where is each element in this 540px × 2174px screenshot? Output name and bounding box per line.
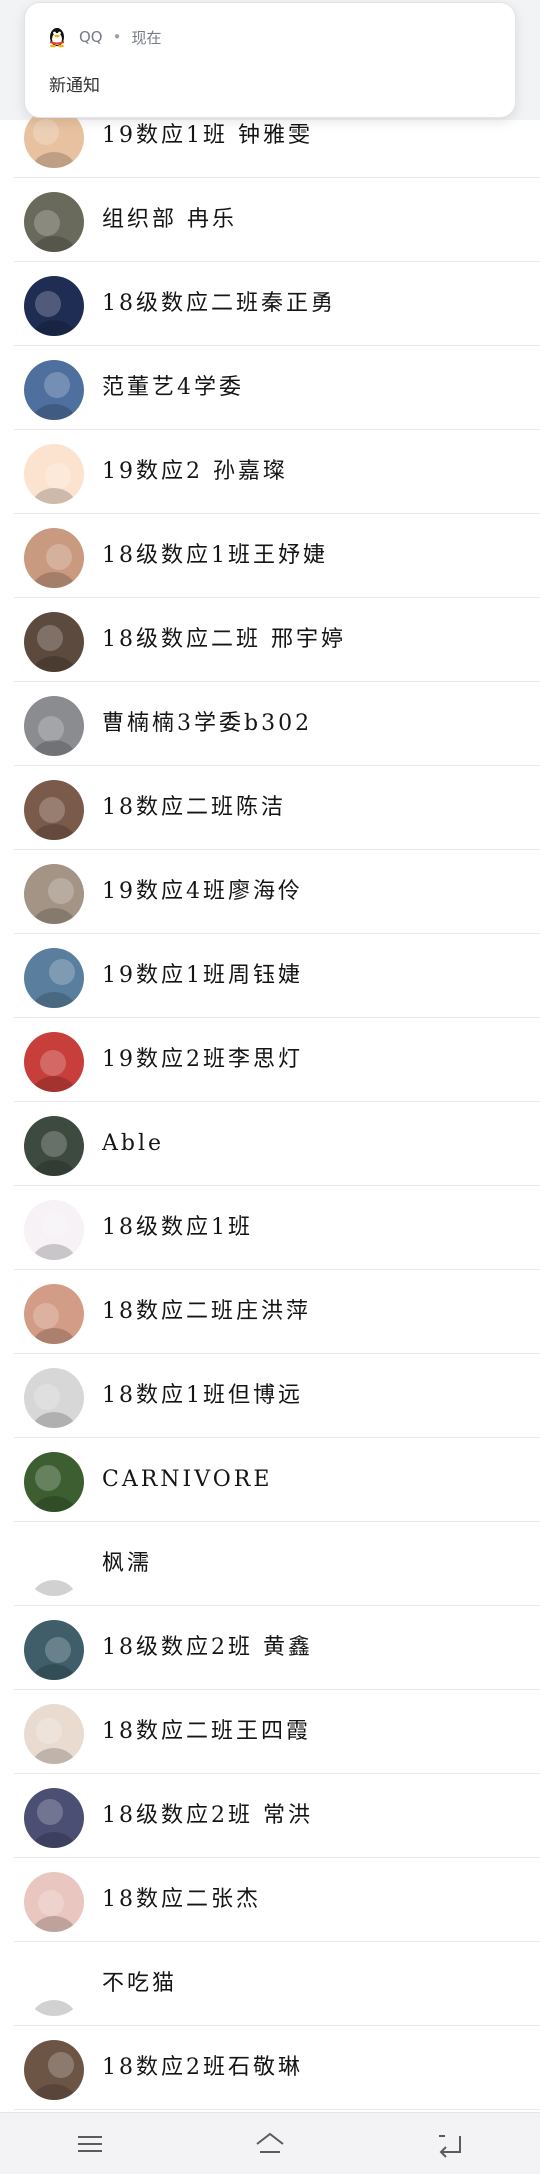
contact-row[interactable]: 18数应2班石敬琳 [14,2026,540,2110]
contact-row[interactable]: 18级数应2班 黄鑫 [14,1606,540,1690]
contact-name: 18数应2班石敬琳 [102,2055,303,2080]
notebook-photo [24,1368,84,1428]
contact-row[interactable]: 18数应1班但博远 [14,1354,540,1438]
home-button[interactable] [240,2124,300,2164]
children-photo [24,948,84,1008]
contact-row[interactable]: 18级数应二班秦正勇 [14,262,540,346]
contact-name: CARNIVORE [102,1467,273,1492]
contact-row[interactable]: 枫濡 [14,1522,540,1606]
flower-field-photo [24,1452,84,1512]
menu-button[interactable] [60,2124,120,2164]
contact-name: 18数应1班但博远 [102,1383,303,1408]
contact-name: Able [102,1131,165,1156]
night-sky-photo [24,276,84,336]
contact-name: 不吃猫 [102,1971,178,1996]
cat-photo [24,864,84,924]
girl-face-photo [24,1284,84,1344]
contact-row[interactable]: 18数应二班陈洁 [14,766,540,850]
contact-row[interactable]: 18数应二班庄洪萍 [14,1270,540,1354]
sunset-photo [24,780,84,840]
contact-row[interactable]: 19数应2 孙嘉璨 [14,430,540,514]
contact-row[interactable]: 19数应4班廖海伶 [14,850,540,934]
contact-name: 19数应2 孙嘉璨 [102,459,288,484]
contact-name: 19数应2班李思灯 [102,1047,303,1072]
contact-name: 18级数应二班秦正勇 [102,291,336,316]
notification-app-name: QQ [79,28,103,46]
contact-row[interactable]: 19数应1班周钰婕 [14,934,540,1018]
contact-row[interactable]: 不吃猫 [14,1942,540,2026]
contact-row[interactable]: 18级数应2班 常洪 [14,1774,540,1858]
contact-row[interactable]: 18数应二班王四霞 [14,1690,540,1774]
contact-name: 18级数应1班王妤婕 [102,543,328,568]
cat-cartoon-avatar [24,1956,84,2016]
red-hood-child-photo [24,1032,84,1092]
contact-list: 19数应1班 钟雅雯 组织部 冉乐 18级数应二班秦正勇 范董艺4学委 19数应2 孙嘉… [14,94,540,2110]
back-button[interactable] [420,2124,480,2164]
qq-penguin-icon [50,28,64,48]
contact-row[interactable]: 18级数应1班 [14,1186,540,1270]
anime-girl-avatar [24,360,84,420]
contact-name: 枫濡 [102,1551,153,1576]
contact-name: 18级数应2班 黄鑫 [102,1635,313,1660]
contact-name: 18级数应1班 [102,1215,253,1240]
contact-name: 18数应二班陈洁 [102,795,286,820]
notification-message: 新通知 [49,76,100,96]
contact-name: 19数应1班周钰婕 [102,963,303,988]
contact-row[interactable]: CARNIVORE [14,1438,540,1522]
bear-cartoon-avatar [24,1536,84,1596]
contact-row[interactable]: 19数应2班李思灯 [14,1018,540,1102]
girl-dark-hair-photo [24,2040,84,2100]
notification-header: QQ • 现在 [45,23,162,51]
contact-name: 18级数应二班 邢宇婷 [102,627,346,652]
contact-name: 18级数应2班 常洪 [102,1803,313,1828]
contact-row[interactable]: 18级数应二班 邢宇婷 [14,598,540,682]
girl-portrait-photo [24,528,84,588]
contact-name: 18数应二班王四霞 [102,1719,311,1744]
contact-row[interactable]: 18级数应1班王妤婕 [14,514,540,598]
contact-row[interactable]: 范董艺4学委 [14,346,540,430]
notification-banner[interactable]: QQ • 现在 新通知 [24,2,516,118]
contact-name: 范董艺4学委 [102,375,244,400]
black-cat-photo [24,192,84,252]
notification-time: 现在 [131,28,162,47]
city-night-photo [24,1788,84,1848]
notification-separator: • [112,28,122,46]
man-cap-photo [24,1620,84,1680]
contact-name: 曹楠楠3学委b302 [102,711,313,736]
cartoon-man-avatar [24,1704,84,1764]
baby-photo [24,1872,84,1932]
sketch-girl-avatar [24,612,84,672]
contact-name: 18数应二张杰 [102,1887,261,1912]
home-icon [256,2132,284,2153]
contact-name: 组织部 冉乐 [102,207,237,232]
contact-row[interactable]: 曹楠楠3学委b302 [14,682,540,766]
cartoon-boy-avatar [24,444,84,504]
contact-row[interactable]: Able [14,1102,540,1186]
system-navigation-bar [0,2112,540,2174]
husky-dog-photo [24,696,84,756]
menu-icon [78,2135,102,2152]
contact-row[interactable]: 18数应二张杰 [14,1858,540,1942]
pink-heart-avatar [24,1200,84,1260]
back-icon [439,2134,461,2158]
contact-name: 19数应4班廖海伶 [102,879,303,904]
contact-name: 18数应二班庄洪萍 [102,1299,311,1324]
contact-row[interactable]: 组织部 冉乐 [14,178,540,262]
couple-photo [24,1116,84,1176]
